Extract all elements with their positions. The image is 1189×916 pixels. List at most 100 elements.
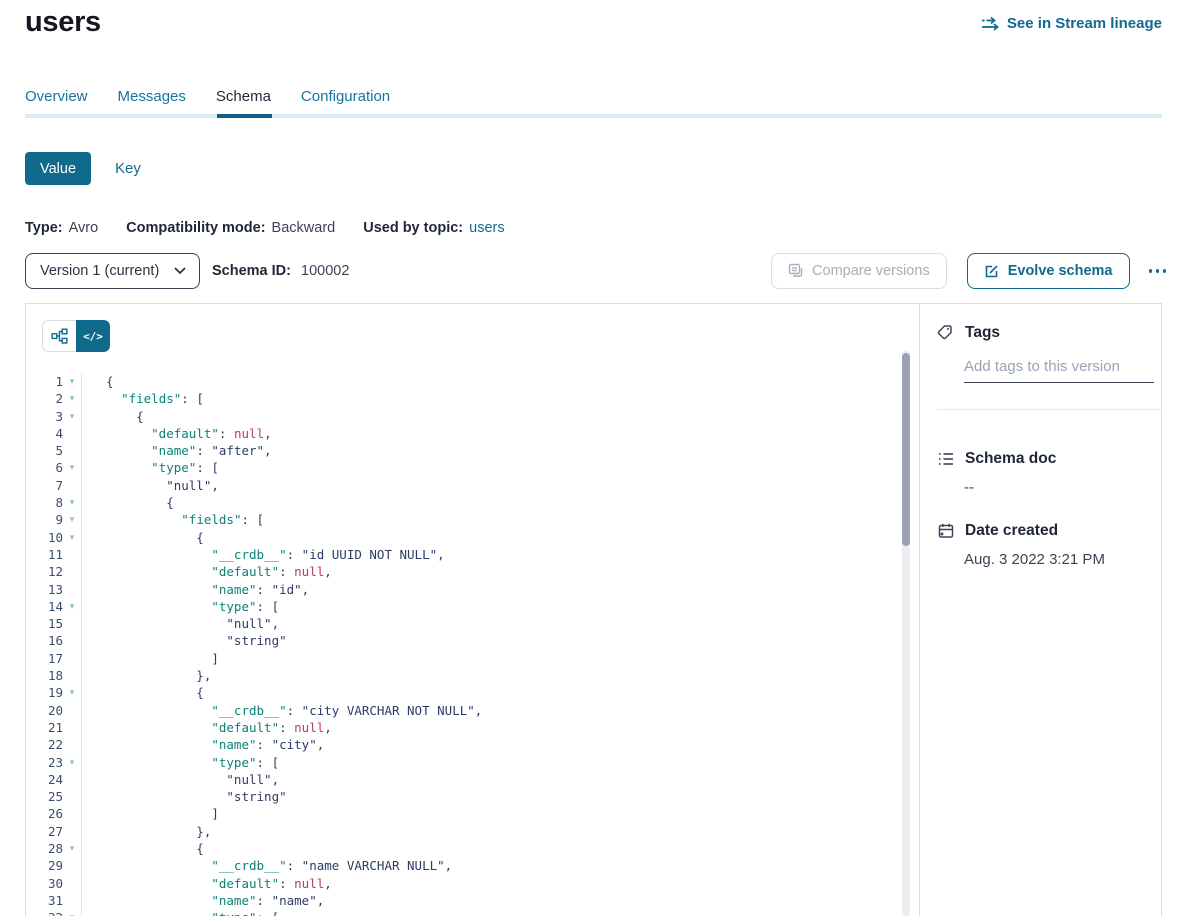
schema-doc-section-header: Schema doc bbox=[937, 450, 1161, 468]
code-line: 5 "name": "after", bbox=[26, 442, 919, 459]
line-number: 32 bbox=[26, 909, 63, 916]
copy-icon bbox=[788, 263, 804, 279]
line-number: 13 bbox=[26, 581, 63, 598]
code-line: 23▾ "type": [ bbox=[26, 754, 919, 771]
fold-spacer bbox=[63, 805, 81, 822]
line-number: 10 bbox=[26, 529, 63, 546]
line-number: 22 bbox=[26, 736, 63, 753]
code-line: 25 "string" bbox=[26, 788, 919, 805]
code-text: "null", bbox=[82, 771, 279, 788]
fold-toggle-icon[interactable]: ▾ bbox=[63, 529, 81, 546]
code-text: "string" bbox=[82, 788, 287, 805]
schema-doc-heading: Schema doc bbox=[965, 450, 1056, 468]
key-link[interactable]: Key bbox=[115, 160, 141, 177]
code-text: }, bbox=[82, 667, 211, 684]
fold-spacer bbox=[63, 667, 81, 684]
more-actions-button[interactable] bbox=[1147, 263, 1169, 279]
code-view-button[interactable]: </> bbox=[76, 320, 110, 352]
fold-toggle-icon[interactable]: ▾ bbox=[63, 459, 81, 476]
code-text: { bbox=[82, 840, 204, 857]
code-line: 15 "null", bbox=[26, 615, 919, 632]
line-number: 6 bbox=[26, 459, 63, 476]
code-line: 28▾ { bbox=[26, 840, 919, 857]
code-line: 7 "null", bbox=[26, 477, 919, 494]
editor-scrollbar-thumb[interactable] bbox=[902, 353, 910, 546]
code-line: 3▾ { bbox=[26, 408, 919, 425]
lineage-link-label: See in Stream lineage bbox=[1007, 15, 1162, 32]
line-number: 9 bbox=[26, 511, 63, 528]
fold-toggle-icon[interactable]: ▾ bbox=[63, 684, 81, 701]
topic-link[interactable]: users bbox=[469, 220, 504, 236]
fold-spacer bbox=[63, 857, 81, 874]
fold-spacer bbox=[63, 477, 81, 494]
fold-spacer bbox=[63, 442, 81, 459]
tree-view-button[interactable] bbox=[42, 320, 76, 352]
evolve-schema-button[interactable]: Evolve schema bbox=[967, 253, 1130, 289]
code-text: "fields": [ bbox=[82, 390, 204, 407]
type-value: Avro bbox=[69, 220, 99, 236]
code-text: "type": [ bbox=[82, 754, 279, 771]
fold-toggle-icon[interactable]: ▾ bbox=[63, 390, 81, 407]
version-select[interactable]: Version 1 (current) bbox=[25, 253, 200, 289]
line-number: 30 bbox=[26, 875, 63, 892]
line-number: 29 bbox=[26, 857, 63, 874]
code-line: 1▾{ bbox=[26, 373, 919, 390]
code-text: "__crdb__": "city VARCHAR NOT NULL", bbox=[82, 702, 482, 719]
code-lines: 1▾{2▾ "fields": [3▾ {4 "default": null,5… bbox=[26, 373, 919, 916]
fold-toggle-icon[interactable]: ▾ bbox=[63, 598, 81, 615]
line-number: 1 bbox=[26, 373, 63, 390]
fold-spacer bbox=[63, 563, 81, 580]
fold-spacer bbox=[63, 892, 81, 909]
code-line: 2▾ "fields": [ bbox=[26, 390, 919, 407]
line-number: 23 bbox=[26, 754, 63, 771]
line-number: 27 bbox=[26, 823, 63, 840]
fold-toggle-icon[interactable]: ▾ bbox=[63, 373, 81, 390]
fold-toggle-icon[interactable]: ▾ bbox=[63, 494, 81, 511]
sidebar-divider bbox=[937, 409, 1161, 410]
code-line: 26 ] bbox=[26, 805, 919, 822]
code-line: 14▾ "type": [ bbox=[26, 598, 919, 615]
code-text: { bbox=[82, 529, 204, 546]
code-line: 29 "__crdb__": "name VARCHAR NULL", bbox=[26, 857, 919, 874]
fold-spacer bbox=[63, 875, 81, 892]
see-in-stream-lineage-link[interactable]: See in Stream lineage bbox=[981, 15, 1162, 32]
line-number: 2 bbox=[26, 390, 63, 407]
code-text: "default": null, bbox=[82, 875, 332, 892]
fold-spacer bbox=[63, 719, 81, 736]
add-tags-input[interactable] bbox=[964, 358, 1154, 383]
line-number: 3 bbox=[26, 408, 63, 425]
compare-versions-button[interactable]: Compare versions bbox=[771, 253, 947, 289]
type-label: Type: bbox=[25, 220, 63, 236]
fold-spacer bbox=[63, 736, 81, 753]
code-text: "default": null, bbox=[82, 425, 272, 442]
schema-id: Schema ID: 100002 bbox=[212, 263, 349, 279]
version-row: Version 1 (current) Schema ID: 100002 bbox=[25, 253, 1168, 289]
fold-toggle-icon[interactable]: ▾ bbox=[63, 840, 81, 857]
line-number: 26 bbox=[26, 805, 63, 822]
schema-meta: Type: Avro Compatibility mode: Backward … bbox=[25, 220, 505, 236]
code-text: { bbox=[82, 408, 144, 425]
line-number: 20 bbox=[26, 702, 63, 719]
schema-id-value: 100002 bbox=[301, 263, 349, 279]
fold-toggle-icon[interactable]: ▾ bbox=[63, 511, 81, 528]
line-number: 12 bbox=[26, 563, 63, 580]
code-line: 13 "name": "id", bbox=[26, 581, 919, 598]
code-text: { bbox=[82, 684, 204, 701]
line-number: 17 bbox=[26, 650, 63, 667]
code-line: 12 "default": null, bbox=[26, 563, 919, 580]
fold-toggle-icon[interactable]: ▾ bbox=[63, 408, 81, 425]
code-line: 18 }, bbox=[26, 667, 919, 684]
schema-panel: </> 1▾{2▾ "fields": [3▾ {4 "default": nu… bbox=[25, 303, 1162, 916]
fold-toggle-icon[interactable]: ▾ bbox=[63, 909, 81, 916]
code-text: "__crdb__": "id UUID NOT NULL", bbox=[82, 546, 445, 563]
code-text: "fields": [ bbox=[82, 511, 264, 528]
code-line: 9▾ "fields": [ bbox=[26, 511, 919, 528]
line-number: 15 bbox=[26, 615, 63, 632]
fold-toggle-icon[interactable]: ▾ bbox=[63, 754, 81, 771]
code-text: "default": null, bbox=[82, 719, 332, 736]
line-number: 25 bbox=[26, 788, 63, 805]
code-line: 6▾ "type": [ bbox=[26, 459, 919, 476]
code-line: 27 }, bbox=[26, 823, 919, 840]
value-button[interactable]: Value bbox=[25, 152, 91, 185]
code-line: 24 "null", bbox=[26, 771, 919, 788]
